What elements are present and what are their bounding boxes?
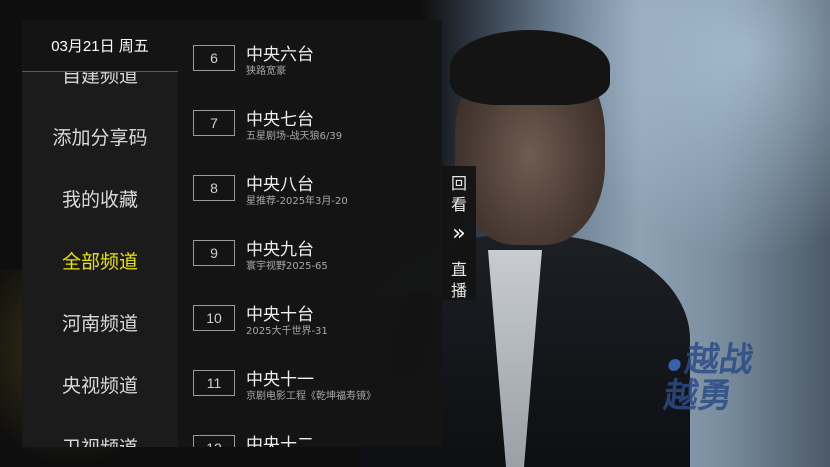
channel-name: 中央十二 (246, 435, 314, 447)
channel-program: 寰宇视野2025-65 (246, 261, 328, 272)
category-item-favorites[interactable]: 我的收藏 (22, 180, 178, 216)
presenter-hair (450, 30, 610, 105)
channel-row[interactable]: 10 中央十台 2025大千世界-31 (178, 300, 442, 350)
live-label-bottom: 播 (450, 281, 467, 300)
channel-number: 8 (193, 175, 235, 201)
date-display: 03月21日 周五 (22, 20, 178, 72)
channel-number: 9 (193, 240, 235, 266)
channel-row[interactable]: 11 中央十一 京剧电影工程《乾坤福寿镜》 (178, 365, 442, 415)
category-item-henan[interactable]: 河南频道 (22, 304, 178, 340)
channel-program: 2025大千世界-31 (246, 326, 328, 337)
show-logo: 越战 越勇 (661, 340, 757, 416)
channel-number: 11 (193, 370, 235, 396)
category-item-cctv[interactable]: 央视频道 (22, 366, 178, 402)
channel-number: 6 (193, 45, 235, 71)
channel-row[interactable]: 9 中央九台 寰宇视野2025-65 (178, 235, 442, 285)
channel-number: 7 (193, 110, 235, 136)
channel-list: 6 中央六台 狭路宽豪 7 中央七台 五星剧场-战天狼6/39 8 中央八台 星… (178, 20, 442, 447)
replay-live-toggle[interactable]: 回 看 » 直 播 (442, 166, 476, 300)
category-item-add-share-code[interactable]: 添加分享码 (22, 118, 178, 154)
channel-program: 狭路宽豪 (246, 66, 286, 77)
channel-row[interactable]: 7 中央七台 五星剧场-战天狼6/39 (178, 105, 442, 155)
channel-number: 10 (193, 305, 235, 331)
channel-program: 京剧电影工程《乾坤福寿镜》 (246, 391, 376, 402)
channel-row[interactable]: 12 中央十二 (178, 430, 442, 447)
category-list: 03月21日 周五 自建频道 添加分享码 我的收藏 全部频道 河南频道 央视频道… (22, 20, 178, 447)
double-chevron-right-icon[interactable]: » (442, 221, 476, 246)
channel-number: 12 (193, 435, 235, 447)
channel-row[interactable]: 6 中央六台 狭路宽豪 (178, 40, 442, 90)
channel-program: 五星剧场-战天狼6/39 (246, 131, 343, 142)
category-item-satellite[interactable]: 卫视频道 (22, 428, 178, 448)
category-item-all-channels[interactable]: 全部频道 (22, 242, 178, 278)
replay-label-bottom: 看 (450, 195, 467, 214)
channel-row[interactable]: 8 中央八台 星推荐-2025年3月-20 (178, 170, 442, 220)
channel-program: 星推荐-2025年3月-20 (246, 196, 348, 207)
